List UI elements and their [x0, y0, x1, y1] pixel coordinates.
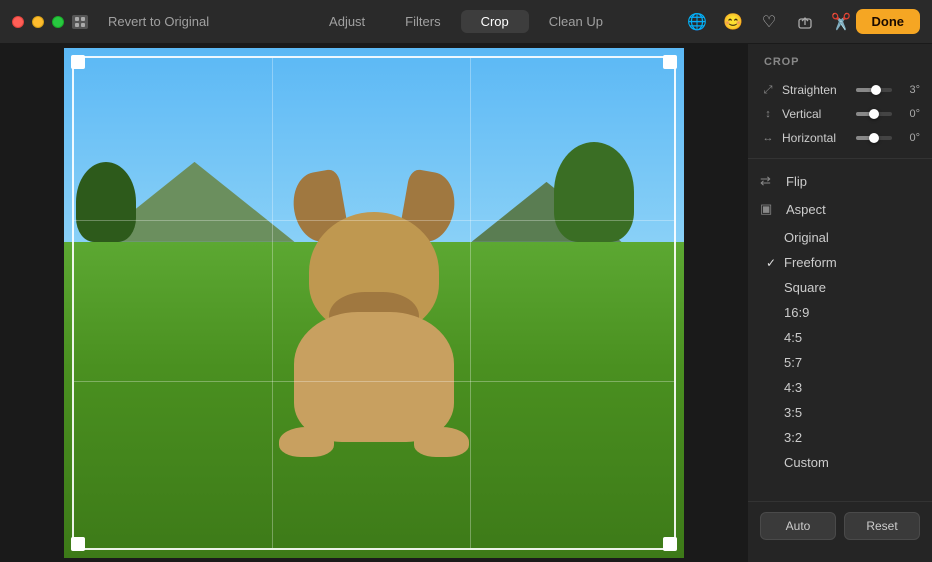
- aspect-custom[interactable]: Custom: [748, 450, 932, 475]
- crop-corner-bl[interactable]: [71, 537, 85, 551]
- crop-corner-tl[interactable]: [71, 55, 85, 69]
- horizontal-slider[interactable]: [856, 136, 892, 140]
- aspect-options: Original ✓ Freeform Square 16:9 4:5 5:7: [748, 225, 932, 475]
- tab-adjust[interactable]: Adjust: [309, 10, 385, 33]
- titlebar: Revert to Original Adjust Filters Crop C…: [0, 0, 932, 44]
- aspect-3-5-label: 3:5: [784, 405, 802, 420]
- aspect-3-2[interactable]: 3:2: [748, 425, 932, 450]
- aspect-4-5-label: 4:5: [784, 330, 802, 345]
- window-controls: [72, 15, 88, 29]
- flip-item[interactable]: ⇄ Flip: [748, 167, 932, 195]
- horizontal-row: ↔ Horizontal 0°: [748, 126, 932, 150]
- close-button[interactable]: [12, 16, 24, 28]
- toolbar-icons: 🌐 😊 ♡ ✂️: [686, 11, 852, 33]
- tab-filters[interactable]: Filters: [385, 10, 460, 33]
- aspect-5-7[interactable]: 5:7: [748, 350, 932, 375]
- crop-grid-h2: [74, 381, 674, 382]
- aspect-16-9[interactable]: 16:9: [748, 300, 932, 325]
- aspect-16-9-label: 16:9: [784, 305, 809, 320]
- reset-button[interactable]: Reset: [844, 512, 920, 540]
- vertical-icon: ↕: [760, 108, 776, 120]
- traffic-lights: [12, 16, 64, 28]
- crop-grid-v1: [272, 58, 273, 548]
- flip-label: Flip: [786, 174, 807, 189]
- right-panel: CROP ⤢ Straighten 3° ↕ Vertical 0° ↔ Hor…: [747, 44, 932, 562]
- straighten-row: ⤢ Straighten 3°: [748, 78, 932, 102]
- aspect-5-7-label: 5:7: [784, 355, 802, 370]
- straighten-slider[interactable]: [856, 88, 892, 92]
- straighten-icon: ⤢: [760, 84, 776, 97]
- aspect-custom-label: Custom: [784, 455, 829, 470]
- content-area: CROP ⤢ Straighten 3° ↕ Vertical 0° ↔ Hor…: [0, 44, 932, 562]
- vertical-slider[interactable]: [856, 112, 892, 116]
- flip-icon: ⇄: [760, 173, 778, 189]
- aspect-square-label: Square: [784, 280, 826, 295]
- straighten-thumb[interactable]: [871, 85, 881, 95]
- vertical-row: ↕ Vertical 0°: [748, 102, 932, 126]
- aspect-3-5[interactable]: 3:5: [748, 400, 932, 425]
- horizontal-thumb[interactable]: [869, 133, 879, 143]
- aspect-item[interactable]: ▣ Aspect: [748, 195, 932, 223]
- done-button[interactable]: Done: [856, 9, 921, 34]
- panel-title: CROP: [748, 56, 932, 78]
- tab-cleanup[interactable]: Clean Up: [529, 10, 623, 33]
- aspect-icon: ▣: [760, 201, 778, 217]
- aspect-4-5[interactable]: 4:5: [748, 325, 932, 350]
- photo-area: [0, 44, 747, 562]
- tab-crop[interactable]: Crop: [461, 10, 529, 33]
- aspect-freeform[interactable]: ✓ Freeform: [748, 250, 932, 275]
- nav-tabs: Adjust Filters Crop Clean Up: [309, 10, 623, 33]
- aspect-freeform-label: Freeform: [784, 255, 837, 270]
- photo-container: [64, 48, 684, 558]
- crop-border: [72, 56, 676, 550]
- horizontal-icon: ↔: [760, 132, 776, 144]
- crop-grid-v2: [470, 58, 471, 548]
- crop-overlay[interactable]: [64, 48, 684, 558]
- aspect-original[interactable]: Original: [748, 225, 932, 250]
- vertical-label: Vertical: [782, 107, 850, 121]
- revert-to-original-button[interactable]: Revert to Original: [100, 11, 217, 32]
- straighten-label: Straighten: [782, 83, 850, 97]
- crop-grid-h1: [74, 220, 674, 221]
- crop-corner-tr[interactable]: [663, 55, 677, 69]
- minimize-button[interactable]: [32, 16, 44, 28]
- freeform-check-icon: ✓: [766, 256, 776, 270]
- aspect-4-3-label: 4:3: [784, 380, 802, 395]
- aspect-label: Aspect: [786, 202, 826, 217]
- tile-button[interactable]: [72, 15, 88, 29]
- aspect-4-3[interactable]: 4:3: [748, 375, 932, 400]
- vertical-thumb[interactable]: [869, 109, 879, 119]
- bottom-buttons: Auto Reset: [748, 501, 932, 550]
- divider-1: [748, 158, 932, 159]
- fullscreen-button[interactable]: [52, 16, 64, 28]
- horizontal-label: Horizontal: [782, 131, 850, 145]
- crop-corner-br[interactable]: [663, 537, 677, 551]
- aspect-square[interactable]: Square: [748, 275, 932, 300]
- globe-icon[interactable]: 🌐: [686, 11, 708, 33]
- tools-icon[interactable]: ✂️: [830, 11, 852, 33]
- vertical-value: 0°: [898, 108, 920, 120]
- heart-icon[interactable]: ♡: [758, 11, 780, 33]
- share-icon[interactable]: [794, 11, 816, 33]
- horizontal-value: 0°: [898, 132, 920, 144]
- aspect-3-2-label: 3:2: [784, 430, 802, 445]
- aspect-original-label: Original: [784, 230, 829, 245]
- straighten-value: 3°: [898, 84, 920, 96]
- auto-button[interactable]: Auto: [760, 512, 836, 540]
- emoji-icon[interactable]: 😊: [722, 11, 744, 33]
